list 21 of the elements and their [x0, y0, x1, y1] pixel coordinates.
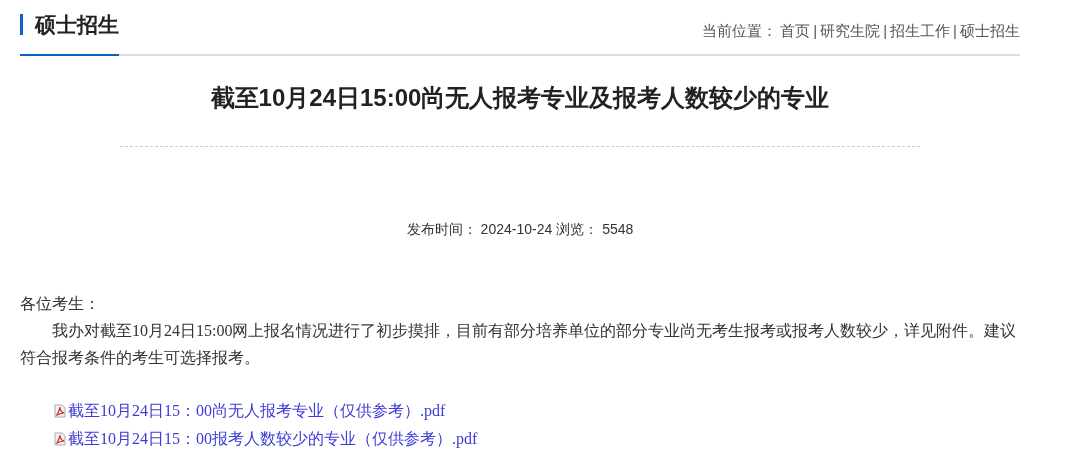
- pdf-file-icon: [54, 404, 66, 418]
- attachment-link[interactable]: 截至10月24日15：00尚无人报考专业（仅供参考）.pdf: [54, 398, 446, 424]
- breadcrumb-link[interactable]: 研究生院: [820, 19, 881, 42]
- body-paragraph: 我办对截至10月24日15:00网上报名情况进行了初步摸排，目前有部分培养单位的部分专业尚无考生报考或报考人数较少，详见附件。建议符合报考条件的考生可选择报考。: [20, 321, 1018, 368]
- breadcrumb-separator: |: [883, 20, 888, 41]
- section-title: 硕士招生: [35, 11, 119, 38]
- breadcrumb-link[interactable]: 首页: [780, 19, 811, 42]
- accent-bar: [20, 13, 23, 35]
- greeting-text: 各位考生：: [20, 294, 101, 314]
- breadcrumb-link[interactable]: 硕士招生: [960, 19, 1020, 42]
- breadcrumb-separator: |: [953, 20, 957, 41]
- publish-label: 发布时间：: [406, 220, 477, 239]
- views-label: 浏览：: [556, 220, 599, 239]
- article-title: 截至10月24日15:00尚无人报考专业及报考人数较少的专业: [209, 83, 831, 113]
- attachment-link[interactable]: 截至10月24日15：00报考人数较少的专业（仅供参考）.pdf: [54, 426, 478, 452]
- views-count: 5548: [602, 220, 634, 239]
- breadcrumb-link[interactable]: 招生工作: [890, 19, 951, 42]
- publish-date: 2024-10-24: [480, 220, 553, 239]
- breadcrumb-label: 当前位置：: [702, 20, 778, 41]
- breadcrumb-separator: |: [813, 20, 818, 41]
- pdf-file-icon: [54, 432, 66, 446]
